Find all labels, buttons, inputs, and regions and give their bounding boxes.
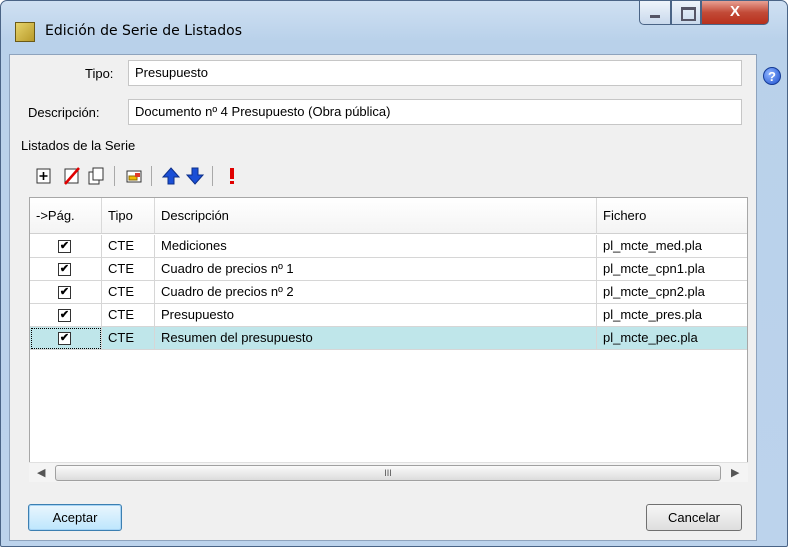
section-label: Listados de la Serie [21,138,136,153]
add-icon[interactable] [35,167,53,185]
column-header-fichero[interactable]: Fichero [597,198,747,234]
toolbar-separator [212,166,213,186]
column-header-descripcion[interactable]: Descripción [155,198,597,234]
row-checkbox[interactable]: ✔ [58,286,71,299]
horizontal-scrollbar[interactable]: ◀ III ▶ [29,462,748,482]
column-header-tipo[interactable]: Tipo [102,198,155,234]
row-tipo: CTE [102,327,155,350]
move-up-icon[interactable] [162,167,180,185]
listados-table[interactable]: ->Pág. Tipo Descripción Fichero ✔ CTE Me… [29,197,748,482]
row-checkbox[interactable]: ✔ [58,263,71,276]
title-bar[interactable]: Edición de Serie de Listados X [1,1,787,51]
row-checkbox-cell[interactable]: ✔ [30,304,102,327]
scroll-left-icon[interactable]: ◀ [37,466,45,479]
print-preview-icon[interactable] [125,167,143,185]
row-checkbox-cell[interactable]: ✔ [30,235,102,258]
toolbar-separator [151,166,152,186]
row-checkbox-cell[interactable]: ✔ [30,258,102,281]
table-row-selected[interactable]: ✔ CTE Resumen del presupuesto pl_mcte_pe… [30,327,747,350]
row-fichero: pl_mcte_cpn1.pla [603,261,705,276]
tipo-label: Tipo: [85,66,114,81]
row-checkbox-cell[interactable]: ✔ [30,281,102,304]
row-checkbox-cell[interactable]: ✔ [30,327,102,350]
minimize-button[interactable] [639,1,671,25]
column-header-pag[interactable]: ->Pág. [30,198,102,234]
descripcion-label: Descripción: [28,105,100,120]
descripcion-field[interactable]: Documento nº 4 Presupuesto (Obra pública… [128,99,742,125]
row-tipo: CTE [102,258,155,281]
copy-icon[interactable] [87,167,105,185]
row-checkbox[interactable]: ✔ [58,240,71,253]
row-checkbox[interactable]: ✔ [58,309,71,322]
table-row[interactable]: ✔ CTE Mediciones pl_mcte_med.pla [30,235,747,258]
row-fichero: pl_mcte_pec.pla [603,330,698,345]
row-descripcion: Presupuesto [155,304,597,327]
list-toolbar [21,161,739,191]
tipo-field[interactable]: Presupuesto [128,60,742,86]
row-descripcion: Cuadro de precios nº 2 [155,281,597,304]
accept-button[interactable]: Aceptar [28,504,122,531]
maximize-button[interactable] [671,1,701,25]
scroll-thumb[interactable]: III [55,465,721,481]
cancel-button[interactable]: Cancelar [646,504,742,531]
dialog-window: Edición de Serie de Listados X ? Tipo: P… [0,0,788,547]
row-tipo: CTE [102,281,155,304]
row-fichero: pl_mcte_med.pla [603,238,702,253]
row-fichero: pl_mcte_pres.pla [603,307,702,322]
move-down-icon[interactable] [186,167,204,185]
table-row[interactable]: ✔ CTE Cuadro de precios nº 2 pl_mcte_cpn… [30,281,747,304]
app-icon [15,22,35,42]
scroll-right-icon[interactable]: ▶ [731,466,739,479]
row-descripcion: Cuadro de precios nº 1 [155,258,597,281]
row-checkbox[interactable]: ✔ [58,332,71,345]
toolbar-separator [114,166,115,186]
exclamation-icon[interactable] [223,167,241,185]
row-tipo: CTE [102,235,155,258]
table-row[interactable]: ✔ CTE Cuadro de precios nº 1 pl_mcte_cpn… [30,258,747,281]
close-button[interactable]: X [701,1,769,25]
table-row[interactable]: ✔ CTE Presupuesto pl_mcte_pres.pla [30,304,747,327]
row-fichero: pl_mcte_cpn2.pla [603,284,705,299]
delete-icon[interactable] [63,167,81,185]
window-title: Edición de Serie de Listados [45,23,243,39]
help-icon[interactable]: ? [763,67,781,85]
row-descripcion: Resumen del presupuesto [155,327,597,350]
row-descripcion: Mediciones [155,235,597,258]
row-tipo: CTE [102,304,155,327]
